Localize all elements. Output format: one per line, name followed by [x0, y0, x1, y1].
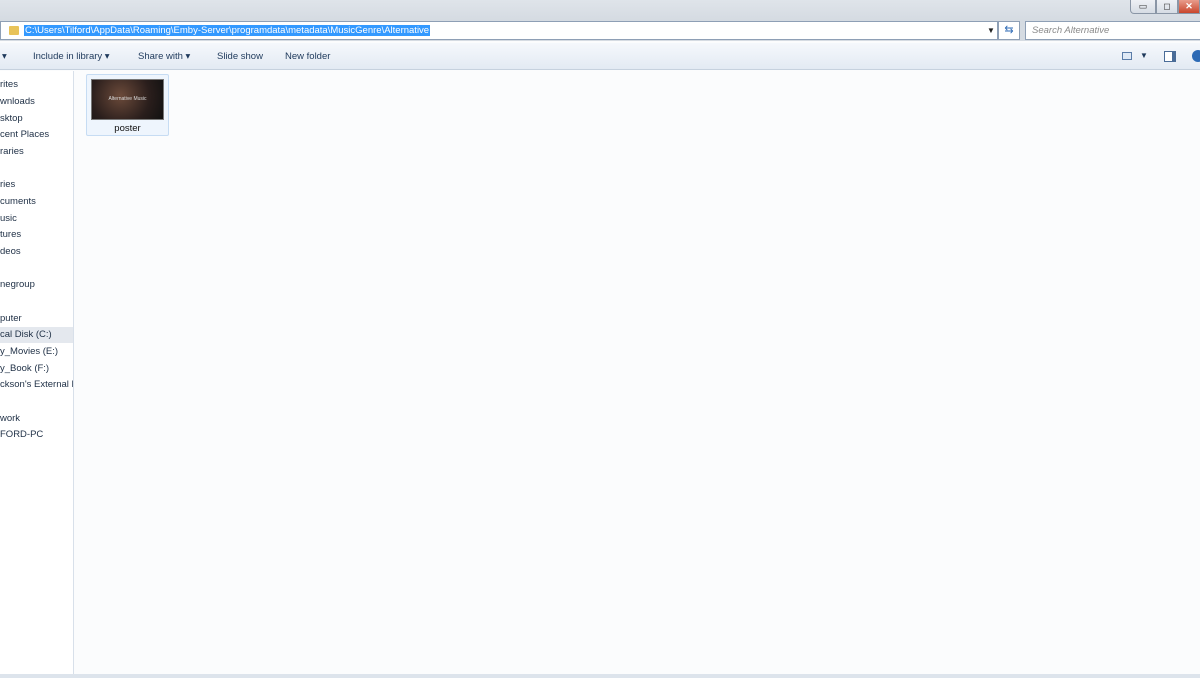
nav-external-drive[interactable]: ckson's External D — [0, 377, 73, 393]
minimize-button[interactable]: ▭ — [1130, 0, 1156, 14]
nav-tilford-pc[interactable]: FORD-PC — [0, 427, 73, 443]
address-dropdown-icon[interactable]: ▼ — [987, 26, 995, 35]
new-folder-button[interactable]: New folder — [285, 51, 330, 62]
nav-downloads[interactable]: wnloads — [0, 94, 73, 110]
share-with-button[interactable]: Share with ▾ — [138, 51, 190, 62]
thumbnail-text: Alternative Music — [108, 96, 147, 102]
nav-music[interactable]: usic — [0, 211, 73, 227]
nav-favorites[interactable]: rites — [0, 77, 73, 93]
nav-recent-places[interactable]: cent Places — [0, 127, 73, 143]
slide-show-button[interactable]: Slide show — [217, 51, 263, 62]
nav-movies-e[interactable]: y_Movies (E:) — [0, 344, 73, 360]
preview-pane-icon[interactable] — [1164, 51, 1176, 62]
view-dropdown-icon[interactable]: ▼ — [1140, 51, 1148, 60]
navigation-pane: rites wnloads sktop cent Places raries r… — [0, 71, 74, 674]
search-input[interactable]: Search Alternative — [1025, 21, 1200, 40]
nav-libraries-fav[interactable]: raries — [0, 144, 73, 160]
command-bar: ▾ Include in library ▾ Share with ▾ Slid… — [0, 43, 1200, 70]
nav-network[interactable]: work — [0, 411, 73, 427]
maximize-button[interactable]: ◻ — [1156, 0, 1178, 14]
view-icon[interactable] — [1122, 52, 1132, 60]
close-button[interactable]: ✕ — [1178, 0, 1200, 14]
nav-pictures[interactable]: tures — [0, 227, 73, 243]
include-in-library-button[interactable]: Include in library ▾ — [33, 51, 110, 62]
nav-documents[interactable]: cuments — [0, 194, 73, 210]
nav-videos[interactable]: deos — [0, 244, 73, 260]
nav-homegroup[interactable]: negroup — [0, 277, 73, 293]
help-icon[interactable] — [1192, 50, 1200, 62]
nav-book-f[interactable]: y_Book (F:) — [0, 361, 73, 377]
refresh-button[interactable]: ⇆ — [998, 21, 1020, 40]
address-bar[interactable]: C:\Users\Tilford\AppData\Roaming\Emby-Se… — [0, 21, 998, 40]
address-path[interactable]: C:\Users\Tilford\AppData\Roaming\Emby-Se… — [24, 25, 431, 36]
status-bar — [0, 674, 1200, 678]
organize-dropdown-icon[interactable]: ▾ — [2, 51, 7, 62]
title-bar: ▭ ◻ ✕ — [0, 0, 1200, 20]
nav-local-disk-c[interactable]: cal Disk (C:) — [0, 327, 73, 343]
file-name: poster — [114, 123, 141, 134]
folder-icon — [9, 26, 19, 35]
nav-desktop[interactable]: sktop — [0, 111, 73, 127]
nav-libraries[interactable]: ries — [0, 177, 73, 193]
poster-thumbnail: Alternative Music — [91, 79, 164, 120]
nav-computer[interactable]: puter — [0, 311, 73, 327]
file-item-poster[interactable]: Alternative Music poster — [86, 74, 169, 136]
